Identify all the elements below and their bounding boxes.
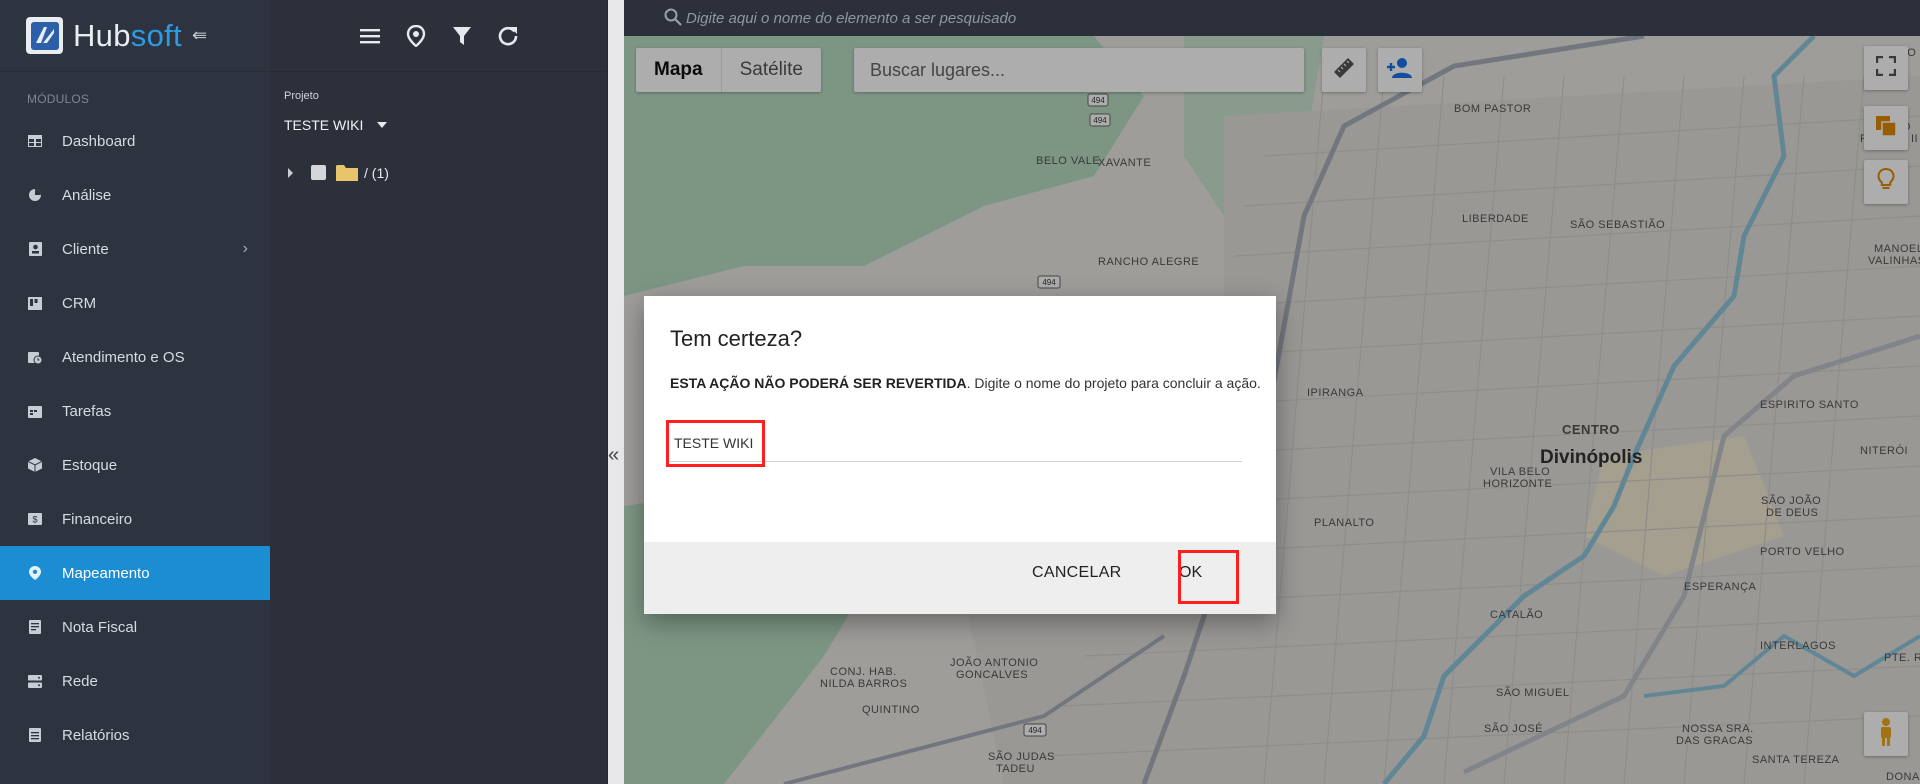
sidebar-item-label: CRM [62, 294, 97, 312]
tree-root-label: / (1) [364, 164, 389, 181]
project-panel: Projeto TESTE WIKI / (1) [270, 0, 608, 784]
kanban-icon [28, 296, 42, 310]
svg-text:$: $ [32, 515, 37, 525]
dialog-warning-text: . Digite o nome do projeto para concluir… [966, 375, 1261, 391]
project-select[interactable]: TESTE WIKI [284, 114, 404, 136]
tree-checkbox[interactable] [311, 165, 326, 180]
sidebar-item-estoque[interactable]: Estoque [0, 438, 270, 492]
sidebar-item-label: Atendimento e OS [62, 348, 185, 366]
brand-header: Hubsoft ⇚ [0, 0, 270, 72]
sidebar-item-mapeamento[interactable]: Mapeamento [0, 546, 270, 600]
sidebar: Hubsoft ⇚ MÓDULOS Dashboard Análise Clie… [0, 0, 270, 784]
panel-toolbar [270, 0, 607, 72]
search-icon [664, 8, 682, 31]
input-highlight-box [666, 420, 765, 467]
sidebar-item-label: Análise [62, 186, 112, 204]
sidebar-item-label: Financeiro [62, 510, 133, 528]
sidebar-item-label: Nota Fiscal [62, 618, 138, 636]
table-icon [28, 134, 42, 148]
ok-highlight-box [1178, 550, 1239, 604]
sidebar-item-nota-fiscal[interactable]: Nota Fiscal [0, 600, 270, 654]
collapse-panel-icon[interactable]: « [608, 444, 619, 467]
sidebar-item-atendimento[interactable]: Atendimento e OS [0, 330, 270, 384]
dialog-title: Tem certeza? [670, 326, 803, 351]
sidebar-item-analise[interactable]: Análise [0, 168, 270, 222]
sidebar-item-label: Tarefas [62, 402, 112, 420]
contact-card-icon [28, 242, 42, 256]
sidebar-item-crm[interactable]: CRM [0, 276, 270, 330]
report-icon [28, 728, 42, 742]
pie-chart-icon [28, 188, 42, 202]
calendar-icon [28, 404, 42, 418]
hubsoft-logo-icon [26, 17, 63, 54]
cancel-button[interactable]: CANCELAR [1032, 564, 1122, 582]
map-pin-icon [28, 566, 42, 580]
location-pin-icon[interactable] [404, 24, 428, 48]
project-label: Projeto [284, 90, 319, 102]
money-icon: $ [28, 512, 42, 526]
sidebar-item-label: Rede [62, 672, 98, 690]
dialog-warning-bold: ESTA AÇÃO NÃO PODERÁ SER REVERTIDA [670, 375, 967, 391]
sidebar-item-label: Cliente [62, 240, 109, 258]
sidebar-item-cliente[interactable]: Cliente › [0, 222, 270, 276]
sidebar-item-rede[interactable]: Rede [0, 654, 270, 708]
document-icon [28, 620, 42, 634]
project-select-value: TESTE WIKI [284, 117, 364, 133]
sidebar-item-dashboard[interactable]: Dashboard [0, 114, 270, 168]
sidebar-item-label: Estoque [62, 456, 118, 474]
box-icon [28, 458, 42, 472]
brand-name: Hubsoft [73, 17, 182, 53]
hamburger-menu-icon[interactable] [358, 24, 382, 48]
confirm-delete-dialog: Tem certeza? ESTA AÇÃO NÃO PODERÁ SER RE… [644, 296, 1276, 614]
tree-root-node[interactable]: / (1) [288, 164, 389, 181]
chevron-right-icon: › [242, 240, 248, 257]
folder-icon [336, 164, 358, 181]
sidebar-item-relatorios[interactable]: Relatórios [0, 708, 270, 762]
dialog-message: ESTA AÇÃO NÃO PODERÁ SER REVERTIDA. Digi… [670, 375, 1261, 391]
refresh-icon[interactable] [496, 24, 520, 48]
expand-arrow-icon[interactable] [288, 167, 293, 178]
sidebar-item-tarefas[interactable]: Tarefas [0, 384, 270, 438]
panel-splitter[interactable]: « [608, 0, 624, 784]
modules-section-label: MÓDULOS [27, 92, 90, 106]
collapse-menu-icon[interactable]: ⇚ [192, 25, 207, 46]
server-icon [28, 674, 42, 688]
caret-down-icon [377, 122, 388, 128]
calendar-clock-icon [28, 350, 42, 364]
sidebar-item-label: Mapeamento [62, 564, 150, 582]
sidebar-item-label: Relatórios [62, 726, 130, 744]
element-search-input[interactable] [686, 9, 1286, 27]
element-search-bar [624, 0, 1920, 36]
filter-icon[interactable] [450, 24, 474, 48]
sidebar-item-label: Dashboard [62, 132, 136, 150]
sidebar-item-financeiro[interactable]: $ Financeiro [0, 492, 270, 546]
